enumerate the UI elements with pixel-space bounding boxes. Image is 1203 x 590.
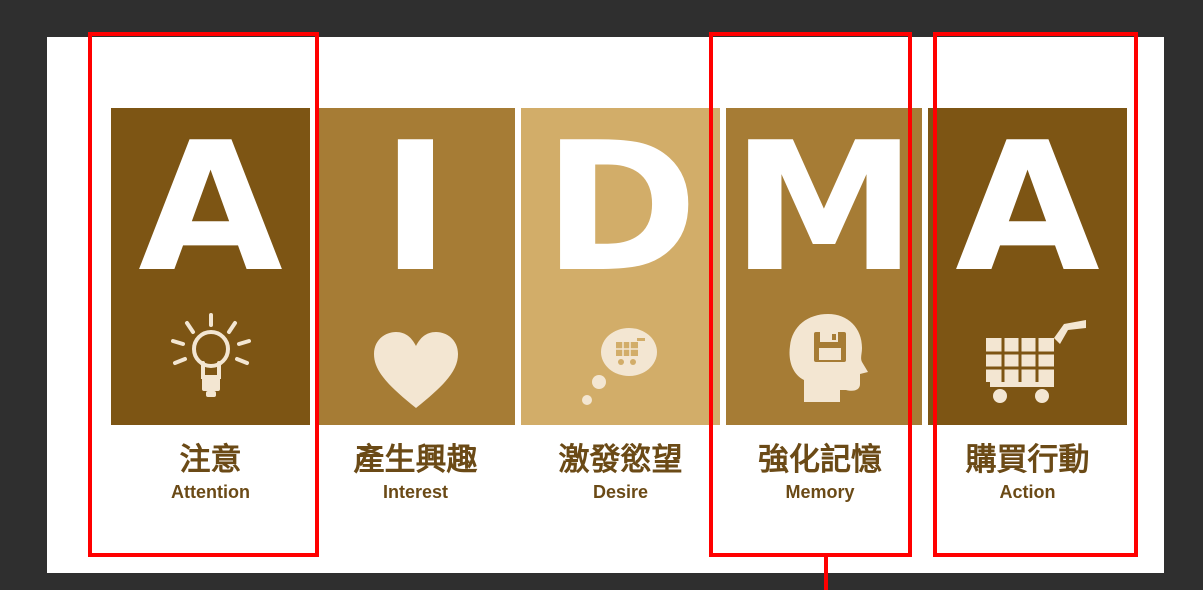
thought-cart-icon bbox=[581, 328, 657, 405]
stage-letter: I bbox=[380, 104, 451, 311]
stage-label-en-desire: Desire bbox=[592, 482, 649, 502]
stage-label-zh-interest: 產生興趣 bbox=[353, 442, 478, 478]
highlight-box-memory bbox=[709, 32, 912, 557]
stage-label-en-interest: Interest bbox=[382, 482, 449, 502]
heart-icon bbox=[373, 332, 458, 408]
stage-tile-interest: I bbox=[316, 108, 515, 425]
stage-label-zh-desire: 激發慾望 bbox=[558, 442, 683, 478]
highlight-box-attention bbox=[88, 32, 319, 557]
stage-letter: D bbox=[542, 104, 699, 311]
highlight-box-action bbox=[933, 32, 1138, 557]
highlight-connector-line bbox=[824, 557, 828, 590]
stage-tile-desire: D bbox=[521, 108, 720, 425]
